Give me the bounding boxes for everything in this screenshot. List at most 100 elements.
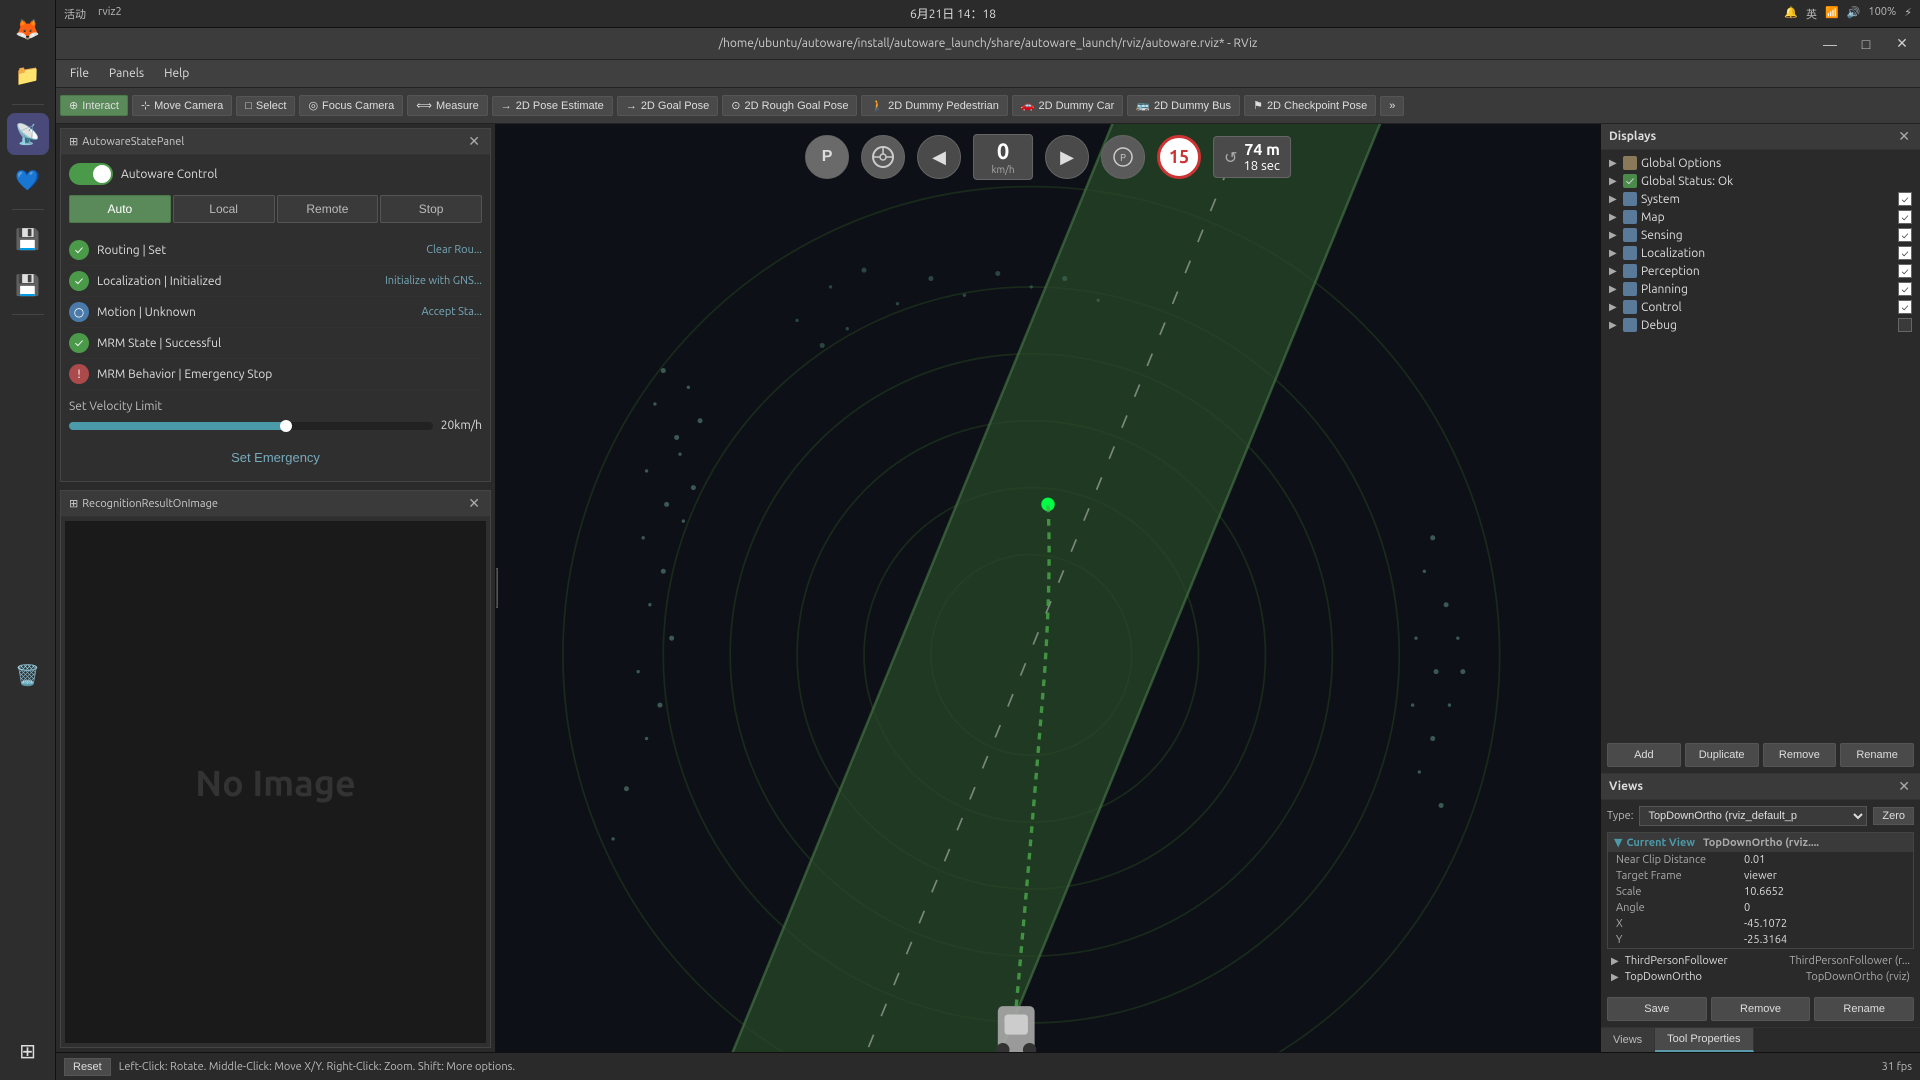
rename-display-button[interactable]: Rename	[1840, 743, 1914, 767]
remove-display-button[interactable]: Remove	[1763, 743, 1837, 767]
dock-icon-ssd2[interactable]: 💾	[7, 264, 49, 306]
clear-route-btn[interactable]: Clear Rou...	[426, 244, 482, 256]
mode-remote[interactable]: Remote	[277, 195, 379, 223]
views-save-button[interactable]: Save	[1607, 997, 1707, 1021]
map-checkbox[interactable]	[1898, 210, 1912, 224]
system-label: System	[1641, 193, 1894, 206]
dock-icon-vscode[interactable]: 💙	[7, 159, 49, 201]
accept-state-btn[interactable]: Accept Sta...	[422, 306, 483, 318]
right-arrow-button[interactable]: ▶	[1045, 135, 1089, 179]
close-button[interactable]: ✕	[1884, 28, 1920, 60]
tree-item-global-options[interactable]: ▶ Global Options	[1605, 154, 1916, 172]
localization-checkbox[interactable]	[1898, 246, 1912, 260]
tool-2d-checkpoint-pose[interactable]: ⚑ 2D Checkpoint Pose	[1244, 95, 1376, 116]
right-panel-collapse[interactable]: ◀	[496, 568, 498, 608]
left-arrow-button[interactable]: ◀	[917, 135, 961, 179]
views-zero-button[interactable]: Zero	[1873, 807, 1914, 825]
system-arrow: ▶	[1609, 193, 1619, 205]
maximize-button[interactable]: □	[1848, 28, 1884, 60]
tab-tool-properties[interactable]: Tool Properties	[1655, 1028, 1753, 1052]
tree-item-perception[interactable]: ▶ Perception	[1605, 262, 1916, 280]
debug-arrow: ▶	[1609, 319, 1619, 331]
current-view-panel: ▼ Current View TopDownOrtho (rviz.... Ne…	[1607, 832, 1914, 949]
tree-item-map[interactable]: ▶ Map	[1605, 208, 1916, 226]
activities-label[interactable]: 活动	[64, 6, 86, 22]
global-status-label: Global Status: Ok	[1641, 175, 1912, 188]
recognition-panel-close[interactable]: ✕	[466, 495, 482, 512]
reset-button[interactable]: Reset	[64, 1058, 111, 1076]
tree-item-global-status[interactable]: ▶ ✓ Global Status: Ok	[1605, 172, 1916, 190]
toolbar-overflow[interactable]: »	[1380, 96, 1404, 116]
mode-auto[interactable]: Auto	[69, 195, 171, 223]
dock-icon-ssd1[interactable]: 💾	[7, 218, 49, 260]
distance-value: 74 m	[1243, 141, 1280, 159]
views-type-label: Type:	[1607, 810, 1633, 822]
tool-2d-goal-pose[interactable]: → 2D Goal Pose	[617, 96, 718, 116]
tab-views[interactable]: Views	[1601, 1028, 1655, 1052]
cv-type: TopDownOrtho (rviz....	[1703, 837, 1819, 849]
top-down-ortho-view[interactable]: ▶ TopDownOrtho TopDownOrtho (rviz)	[1607, 969, 1914, 985]
views-rename-button[interactable]: Rename	[1814, 997, 1914, 1021]
views-close[interactable]: ✕	[1896, 778, 1912, 795]
tool-measure[interactable]: ⟺ Measure	[407, 95, 488, 116]
cv-scale: Scale 10.6652	[1608, 884, 1913, 900]
tool-2d-dummy-car[interactable]: 🚗 2D Dummy Car	[1012, 95, 1124, 116]
system-checkbox[interactable]	[1898, 192, 1912, 206]
tool-2d-pose-estimate[interactable]: → 2D Pose Estimate	[492, 96, 613, 116]
mode-stop[interactable]: Stop	[380, 195, 482, 223]
menu-panels[interactable]: Panels	[99, 63, 154, 84]
autoware-panel-close[interactable]: ✕	[466, 133, 482, 150]
tool-interact[interactable]: ⊕ Interact	[60, 95, 128, 116]
tool-2d-rough-goal-pose[interactable]: ⊙ 2D Rough Goal Pose	[722, 95, 857, 116]
dock-icon-grid[interactable]: ⊞	[7, 1030, 49, 1072]
tool-2d-dummy-pedestrian[interactable]: 🚶 2D Dummy Pedestrian	[861, 95, 1007, 116]
tool-move-camera[interactable]: ⊹ Move Camera	[132, 95, 232, 116]
park-button[interactable]: P	[805, 135, 849, 179]
displays-close[interactable]: ✕	[1896, 128, 1912, 145]
volume-icon[interactable]: 🔊	[1847, 6, 1861, 22]
minimize-button[interactable]: —	[1812, 28, 1848, 60]
tree-item-control[interactable]: ▶ Control	[1605, 298, 1916, 316]
tree-item-debug[interactable]: ▶ Debug	[1605, 316, 1916, 334]
tree-item-planning[interactable]: ▶ Planning	[1605, 280, 1916, 298]
tool-select[interactable]: □ Select	[236, 96, 295, 116]
mode-local[interactable]: Local	[173, 195, 275, 223]
menu-file[interactable]: File	[60, 63, 99, 84]
debug-folder-icon	[1623, 318, 1637, 332]
sensing-checkbox[interactable]	[1898, 228, 1912, 242]
keyboard-icon[interactable]: 英	[1806, 6, 1817, 22]
routing-text: Routing | Set	[97, 244, 418, 257]
set-emergency-button[interactable]: Set Emergency	[69, 442, 482, 473]
add-display-button[interactable]: Add	[1607, 743, 1681, 767]
velocity-slider[interactable]	[69, 422, 433, 430]
tree-item-system[interactable]: ▶ System	[1605, 190, 1916, 208]
map-arrow: ▶	[1609, 211, 1619, 223]
dock-icon-trash[interactable]: 🗑️	[7, 654, 49, 696]
duplicate-display-button[interactable]: Duplicate	[1685, 743, 1759, 767]
steering-button[interactable]	[861, 135, 905, 179]
debug-checkbox[interactable]	[1898, 318, 1912, 332]
control-checkbox[interactable]	[1898, 300, 1912, 314]
bell-icon[interactable]: 🔔	[1784, 6, 1798, 22]
autoware-panel-title: AutowareStatePanel	[82, 136, 184, 148]
dock-icon-firefox[interactable]: 🦊	[7, 8, 49, 50]
speed-value: 0	[984, 139, 1022, 164]
third-person-label: ThirdPersonFollower	[1625, 955, 1728, 967]
init-gns-btn[interactable]: Initialize with GNS...	[385, 275, 482, 287]
autoware-control-toggle[interactable]	[69, 163, 113, 185]
dock-icon-rviz[interactable]: 📡	[7, 113, 49, 155]
perception-checkbox[interactable]	[1898, 264, 1912, 278]
tool-2d-dummy-bus[interactable]: 🚌 2D Dummy Bus	[1127, 95, 1240, 116]
localization-text: Localization | Initialized	[97, 275, 377, 288]
map-view[interactable]: P ◀ 0 km/h ▶	[496, 124, 1600, 1052]
third-person-follower-view[interactable]: ▶ ThirdPersonFollower ThirdPersonFollowe…	[1607, 953, 1914, 969]
menu-help[interactable]: Help	[154, 63, 199, 84]
dock-icon-files[interactable]: 📁	[7, 54, 49, 96]
tree-item-localization[interactable]: ▶ Localization	[1605, 244, 1916, 262]
views-type-select[interactable]: TopDownOrtho (rviz_default_p	[1639, 806, 1867, 826]
tool-focus-camera[interactable]: ◎ Focus Camera	[299, 95, 403, 116]
views-remove-button[interactable]: Remove	[1711, 997, 1811, 1021]
tree-item-sensing[interactable]: ▶ Sensing	[1605, 226, 1916, 244]
dock: 🦊 📁 📡 💙 💾 💾 🗑️ ⊞	[0, 0, 56, 1080]
planning-checkbox[interactable]	[1898, 282, 1912, 296]
